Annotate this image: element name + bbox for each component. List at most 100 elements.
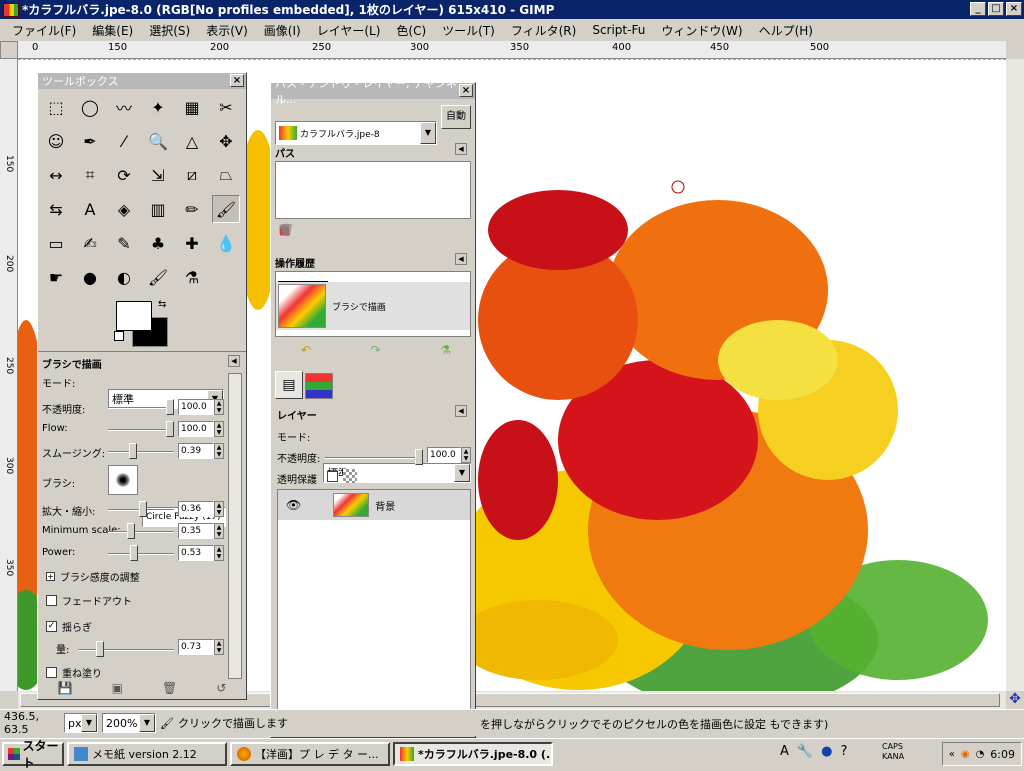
menu-edit[interactable]: 編集(E) bbox=[84, 20, 141, 41]
option-spin-buttons[interactable]: ▲ ▼ bbox=[214, 523, 224, 539]
incremental-checkbox[interactable]: 重ね塗り bbox=[46, 665, 102, 680]
option-slider-knob[interactable] bbox=[127, 523, 135, 539]
option-slider[interactable] bbox=[108, 553, 174, 555]
blur-icon[interactable]: 💧 bbox=[212, 229, 240, 257]
perspective-icon[interactable]: ⏢ bbox=[212, 161, 240, 189]
clone-icon[interactable]: ♣ bbox=[144, 229, 172, 257]
menu-filters[interactable]: フィルタ(R) bbox=[503, 20, 584, 41]
default-colors-icon[interactable] bbox=[114, 331, 124, 341]
option-slider-knob[interactable] bbox=[129, 443, 138, 459]
fuzzy-select-icon[interactable]: ✦ bbox=[144, 93, 172, 121]
option-slider-knob[interactable] bbox=[166, 399, 174, 415]
tray-app-icon[interactable]: ◉ bbox=[961, 749, 970, 760]
smudge-icon[interactable]: ☛ bbox=[42, 263, 70, 291]
minimize-button[interactable]: _ bbox=[970, 2, 986, 16]
free-select-icon[interactable]: 〰 bbox=[110, 93, 138, 121]
flip-icon[interactable]: ⇆ bbox=[42, 195, 70, 223]
maximize-button[interactable]: □ bbox=[988, 2, 1004, 16]
stamp-icon[interactable]: ⚗ bbox=[178, 263, 206, 291]
history-menu-icon[interactable]: ◀ bbox=[455, 253, 467, 265]
fade-out-checkbox[interactable]: フェードアウト bbox=[46, 593, 132, 608]
move-icon[interactable]: ✥ bbox=[212, 127, 240, 155]
menu-windows[interactable]: ウィンドウ(W) bbox=[653, 20, 750, 41]
horizontal-ruler[interactable]: 0 150 200 250 300 350 400 450 500 bbox=[18, 41, 1006, 59]
navigate-icon[interactable]: ✥ bbox=[1006, 691, 1024, 709]
ellipse-select-icon[interactable]: ◯ bbox=[76, 93, 104, 121]
lock-alpha-checkbox[interactable] bbox=[327, 471, 338, 482]
image-select[interactable]: カラフルバラ.jpe-8 ▼ bbox=[275, 121, 437, 145]
channels-tab-icon[interactable] bbox=[305, 373, 333, 399]
heal-icon[interactable]: ✚ bbox=[178, 229, 206, 257]
airbrush-icon[interactable]: ✍ bbox=[76, 229, 104, 257]
option-value[interactable]: 0.39 bbox=[178, 443, 214, 459]
menu-layer[interactable]: レイヤー(L) bbox=[309, 20, 389, 41]
layer-opacity-value[interactable]: 100.0 bbox=[427, 447, 461, 463]
start-button[interactable]: スタート bbox=[2, 739, 64, 770]
swap-colors-icon[interactable]: ⇆ bbox=[158, 299, 166, 310]
paths-list[interactable] bbox=[275, 161, 471, 219]
option-spin-buttons[interactable]: ▲ ▼ bbox=[214, 399, 224, 415]
eraser-icon[interactable]: ▭ bbox=[42, 229, 70, 257]
layers-menu-icon[interactable]: ◀ bbox=[455, 405, 467, 417]
tray-collapse-icon[interactable]: « bbox=[949, 749, 955, 760]
option-value[interactable]: 100.0 bbox=[178, 399, 214, 415]
window-titlebar[interactable]: *カラフルバラ.jpe-8.0 (RGB[No profiles embedde… bbox=[0, 0, 1024, 19]
history-item[interactable]: ブラシで描画 bbox=[276, 282, 470, 330]
color-picker-icon[interactable]: ⁄ bbox=[110, 127, 138, 155]
paintbrush-icon[interactable]: 🖌 bbox=[212, 195, 240, 223]
layer-opacity-spin[interactable]: ▲ ▼ bbox=[461, 447, 471, 463]
option-spin-buttons[interactable]: ▲ ▼ bbox=[214, 501, 224, 517]
option-spin-buttons[interactable]: ▲ ▼ bbox=[214, 421, 224, 437]
checkbox[interactable] bbox=[46, 595, 57, 606]
option-slider-knob[interactable] bbox=[166, 421, 174, 437]
menu-colors[interactable]: 色(C) bbox=[388, 20, 434, 41]
blend-icon[interactable]: ▥ bbox=[144, 195, 172, 223]
shear-icon[interactable]: ⧄ bbox=[178, 161, 206, 189]
toolbox-titlebar[interactable]: ツールボックス × bbox=[38, 73, 246, 89]
restore-options-icon[interactable]: ▣ bbox=[112, 681, 123, 699]
amount-value[interactable]: 0.73 bbox=[178, 639, 214, 655]
brush-preview-button[interactable] bbox=[108, 465, 138, 495]
crop-icon[interactable]: ⌗ bbox=[76, 161, 104, 189]
paths-icon[interactable]: ✒ bbox=[76, 127, 104, 155]
option-slider[interactable] bbox=[108, 429, 174, 431]
help-icon[interactable]: ? bbox=[840, 744, 847, 759]
option-slider-knob[interactable] bbox=[130, 545, 138, 561]
menu-script-fu[interactable]: Script-Fu bbox=[584, 21, 653, 39]
text-icon[interactable]: A bbox=[76, 195, 104, 223]
amount-slider[interactable] bbox=[78, 649, 174, 651]
jitter-checkbox[interactable]: ✓ 揺らぎ bbox=[46, 619, 92, 634]
zoom-select[interactable]: 200% ▼ bbox=[102, 713, 156, 733]
ruler-corner[interactable] bbox=[0, 41, 18, 59]
menu-help[interactable]: ヘルプ(H) bbox=[751, 20, 821, 41]
layer-opacity-slider[interactable] bbox=[325, 457, 423, 459]
scale-icon[interactable]: ⇲ bbox=[144, 161, 172, 189]
paths-menu-icon[interactable]: ◀ bbox=[455, 143, 467, 155]
history-list[interactable]: ブラシで描画 bbox=[275, 271, 471, 337]
close-button[interactable]: × bbox=[1006, 2, 1022, 16]
redo-icon[interactable]: ↷ bbox=[371, 343, 381, 357]
bucket-fill-icon[interactable]: ◈ bbox=[110, 195, 138, 223]
layer-row[interactable]: 👁 背景 bbox=[278, 490, 470, 520]
rotate-icon[interactable]: ⟳ bbox=[110, 161, 138, 189]
measure-icon[interactable]: △ bbox=[178, 127, 206, 155]
reset-options-icon[interactable]: ↺ bbox=[216, 681, 226, 699]
option-value[interactable]: 100.0 bbox=[178, 421, 214, 437]
checkbox[interactable]: ✓ bbox=[46, 621, 57, 632]
volume-icon[interactable]: ◔ bbox=[976, 749, 985, 760]
dock-close-button[interactable]: × bbox=[459, 84, 473, 97]
menu-image[interactable]: 画像(I) bbox=[256, 20, 309, 41]
vertical-ruler[interactable]: 150 200 250 300 350 bbox=[0, 59, 18, 691]
task-gimp[interactable]: *カラフルバラ.jpe-8.0 (... bbox=[393, 741, 553, 766]
auto-button[interactable]: 自動 bbox=[441, 105, 471, 129]
amount-spin-buttons[interactable]: ▲ ▼ bbox=[214, 639, 224, 655]
menu-view[interactable]: 表示(V) bbox=[198, 20, 256, 41]
save-options-icon[interactable]: 💾 bbox=[58, 681, 73, 699]
delete-path-icon[interactable]: 🗑 bbox=[279, 223, 294, 237]
clear-history-icon[interactable]: ⚗ bbox=[440, 343, 451, 357]
color-tools-icon[interactable]: ◐ bbox=[110, 263, 138, 291]
option-slider-knob[interactable] bbox=[139, 501, 147, 517]
amount-slider-knob[interactable] bbox=[96, 641, 104, 657]
menu-file[interactable]: ファイル(F) bbox=[4, 20, 84, 41]
ink-icon[interactable]: ✎ bbox=[110, 229, 138, 257]
